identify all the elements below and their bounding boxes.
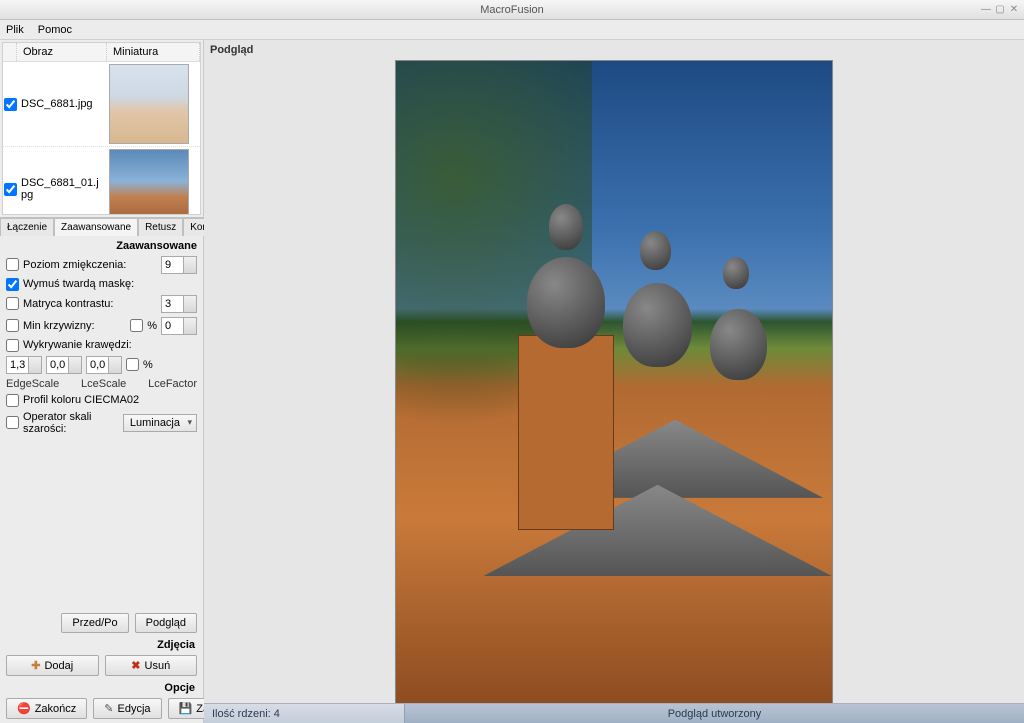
grayscale-label: Operator skali szarości:: [23, 411, 119, 435]
lcefactor-spinner[interactable]: 0,0: [86, 356, 122, 374]
right-panel: Podgląd Ilość rdzeni: 4 Podgląd utworzon…: [204, 40, 1024, 723]
maximize-icon[interactable]: ▢: [994, 4, 1006, 16]
images-section-label: Zdjęcia: [0, 637, 203, 651]
settings-tabs: Łączenie Zaawansowane Retusz Konfiguracj…: [0, 217, 203, 236]
menu-file[interactable]: Plik: [6, 24, 24, 36]
lcescale-label: LceScale: [81, 378, 126, 390]
soften-label: Poziom zmiękczenia:: [23, 259, 157, 271]
contrast-label: Matryca kontrastu:: [23, 298, 157, 310]
file-thumbnail: [109, 64, 189, 144]
edgescale-spinner[interactable]: 1,3: [6, 356, 42, 374]
add-button[interactable]: ✚Dodaj: [6, 655, 99, 676]
edgescale-label: EdgeScale: [6, 378, 59, 390]
quit-button[interactable]: ⛔Zakończ: [6, 698, 87, 719]
cores-label: Ilość rdzeni: 4: [204, 708, 404, 720]
grayscale-checkbox[interactable]: [6, 416, 19, 429]
edge-checkbox[interactable]: [6, 339, 19, 352]
file-name: DSC_6881.jpg: [17, 96, 107, 112]
quit-icon: ⛔: [17, 702, 31, 715]
x-icon: ✖: [131, 659, 140, 672]
menu-help[interactable]: Pomoc: [38, 24, 72, 36]
file-row[interactable]: DSC_6881_01.jpg: [3, 147, 200, 214]
window-title: MacroFusion: [480, 4, 544, 16]
preview-label: Podgląd: [204, 40, 1024, 60]
statusbar: Ilość rdzeni: 4 Podgląd utworzony: [204, 703, 1024, 723]
save-icon: 💾: [179, 702, 193, 715]
status-message: Podgląd utworzony: [404, 704, 1024, 723]
edit-button[interactable]: ✎Edycja: [93, 698, 161, 719]
hardmask-label: Wymuś twardą maskę:: [23, 278, 197, 290]
lcefactor-label: LceFactor: [148, 378, 197, 390]
mincurv-label: Min krzywizny:: [23, 320, 126, 332]
before-after-button[interactable]: Przed/Po: [61, 613, 128, 633]
edge-label: Wykrywanie krawędzi:: [23, 339, 197, 351]
ciecam-label: Profil koloru CIECMA02: [23, 394, 197, 406]
file-list: Obraz Miniatura DSC_6881.jpg DSC_6881_01…: [2, 42, 201, 215]
options-section-label: Opcje: [0, 680, 203, 694]
contrast-checkbox[interactable]: [6, 297, 19, 310]
soften-spinner[interactable]: 9: [161, 256, 197, 274]
mincurv-pct-checkbox[interactable]: [130, 319, 143, 332]
pencil-icon: ✎: [104, 702, 113, 715]
plus-icon: ✚: [31, 659, 40, 672]
edge-pct-checkbox[interactable]: [126, 358, 139, 371]
close-icon[interactable]: ✕: [1008, 4, 1020, 16]
minimize-icon[interactable]: —: [980, 4, 992, 16]
file-row[interactable]: DSC_6881.jpg: [3, 62, 200, 147]
mincurv-checkbox[interactable]: [6, 319, 19, 332]
file-name: DSC_6881_01.jpg: [17, 175, 107, 203]
advanced-panel: Zaawansowane Poziom zmiękczenia: 9 Wymuś…: [0, 236, 203, 439]
ciecam-checkbox[interactable]: [6, 394, 19, 407]
tab-merge[interactable]: Łączenie: [0, 218, 54, 236]
hardmask-checkbox[interactable]: [6, 278, 19, 291]
lcescale-spinner[interactable]: 0,0: [46, 356, 82, 374]
preview-image: [395, 60, 833, 703]
tab-retouch[interactable]: Retusz: [138, 218, 183, 236]
advanced-title: Zaawansowane: [6, 240, 197, 252]
file-list-header: Obraz Miniatura: [3, 43, 200, 62]
preview-area: [204, 60, 1024, 703]
window-titlebar: MacroFusion — ▢ ✕: [0, 0, 1024, 20]
grayscale-combo[interactable]: Luminacja: [123, 414, 197, 432]
file-checkbox[interactable]: [4, 98, 17, 111]
tab-advanced[interactable]: Zaawansowane: [54, 218, 138, 236]
file-thumbnail: [109, 149, 189, 214]
file-checkbox[interactable]: [4, 183, 17, 196]
mincurv-spinner[interactable]: 0: [161, 317, 197, 335]
contrast-spinner[interactable]: 3: [161, 295, 197, 313]
menubar: Plik Pomoc: [0, 20, 1024, 40]
preview-button[interactable]: Podgląd: [135, 613, 197, 633]
col-thumb-header[interactable]: Miniatura: [107, 43, 200, 61]
remove-button[interactable]: ✖Usuń: [105, 655, 198, 676]
col-image-header[interactable]: Obraz: [17, 43, 107, 61]
soften-checkbox[interactable]: [6, 258, 19, 271]
left-panel: Obraz Miniatura DSC_6881.jpg DSC_6881_01…: [0, 40, 204, 723]
